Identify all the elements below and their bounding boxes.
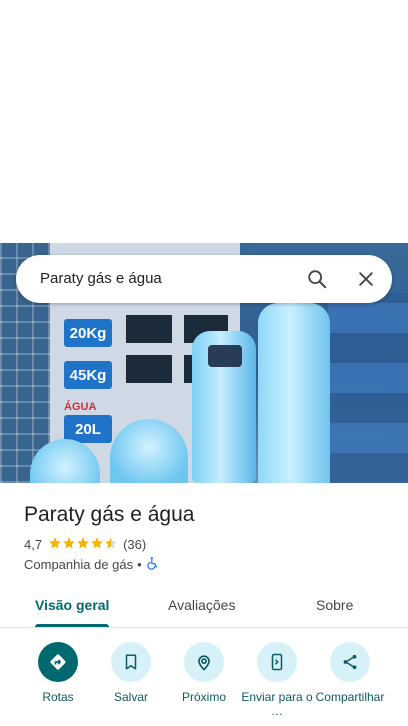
share-button[interactable]: Compartilhar [310,642,390,704]
tab-reviews[interactable]: Avaliações [168,596,235,614]
share-icon[interactable] [330,642,370,682]
directions-button[interactable]: Rotas [18,642,98,704]
nearby-button[interactable]: Próximo [164,642,244,704]
share-label: Compartilhar [315,690,385,704]
price-tag: 20Kg [64,319,112,347]
cylinder-window [208,345,242,367]
save-label: Salvar [113,690,148,704]
water-tank [258,303,330,483]
search-icon[interactable] [303,265,331,293]
tab-bar: Visão geral Avaliações Sobre [0,584,408,628]
directions-label: Rotas [42,690,74,704]
nearby-icon[interactable] [184,642,224,682]
bookmark-icon[interactable] [111,642,151,682]
half-star-icon [104,536,118,552]
wheelchair-accessible-icon [146,556,160,573]
tab-overview[interactable]: Visão geral [35,596,109,614]
search-input[interactable]: Paraty gás e água [40,269,162,289]
gas-rack [328,293,408,483]
tab-about[interactable]: Sobre [316,596,353,614]
place-title: Paraty gás e água [24,503,195,526]
price-tag: 45Kg [64,361,112,389]
place-category: Companhia de gás [24,556,134,572]
price-box [126,315,172,343]
separator: • [137,556,142,572]
star-icon [90,536,104,552]
tab-indicator [35,624,109,627]
save-button[interactable]: Salvar [91,642,171,704]
agua-label: ÁGUA [64,401,97,413]
send-to-phone-button[interactable]: Enviar para o … [237,642,317,718]
send-to-phone-icon[interactable] [257,642,297,682]
star-icon [48,536,62,552]
send-to-phone-label: Enviar para o … [241,690,313,718]
directions-icon[interactable] [38,642,78,682]
price-box [126,355,172,383]
category-row: Companhia de gás • [24,555,160,573]
rating-value: 4,7 [24,536,43,552]
close-icon[interactable] [352,265,380,293]
star-icon [76,536,90,552]
star-rating [48,536,118,552]
nearby-label: Próximo [181,690,226,704]
review-count[interactable]: (36) [123,537,146,552]
search-bar[interactable]: Paraty gás e água [16,255,392,303]
star-icon [62,536,76,552]
rating-row[interactable]: 4,7 (36) [24,535,146,553]
gas-cylinder [192,331,256,483]
